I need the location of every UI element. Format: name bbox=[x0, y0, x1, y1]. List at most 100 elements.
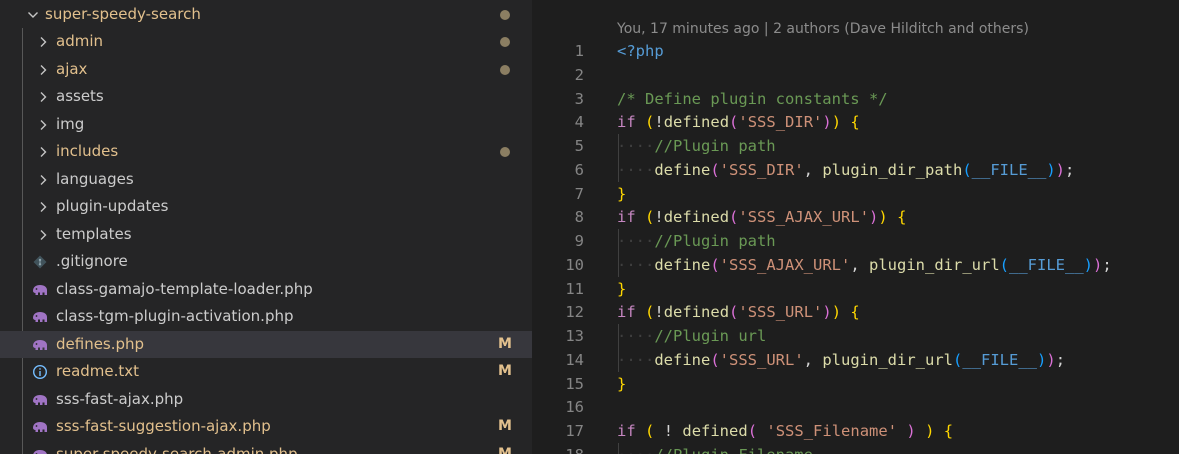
tree-item[interactable]: readme.txt M bbox=[0, 358, 532, 385]
code-token: if bbox=[617, 422, 636, 440]
tree-root-label: super-speedy-search bbox=[45, 5, 201, 23]
tree-item[interactable]: sss-fast-suggestion-ajax.php M bbox=[0, 413, 532, 440]
chevron-right-icon bbox=[36, 221, 50, 248]
code-token: //Plugin path bbox=[654, 232, 776, 250]
code-line[interactable]: 9 ····//Plugin path bbox=[532, 229, 1179, 253]
code-token: defined bbox=[663, 303, 730, 322]
code-token: //Plugin url bbox=[654, 327, 767, 345]
code-token: if bbox=[617, 113, 636, 132]
line-code: } bbox=[617, 372, 626, 396]
line-code: if (!defined('SSS_AJAX_URL')) { bbox=[617, 205, 906, 229]
code-token: { bbox=[943, 422, 954, 440]
tree-item[interactable]: languages bbox=[0, 166, 532, 193]
tree-item[interactable]: super-speedy-search-admin.php M bbox=[0, 441, 532, 454]
code-line[interactable]: 12 if (!defined('SSS_URL')) { bbox=[532, 300, 1179, 324]
code-line[interactable]: 6 ····define('SSS_DIR', plugin_dir_path(_… bbox=[532, 158, 1179, 182]
line-code: if ( ! defined( 'SSS_Filename' ) ) { bbox=[617, 419, 953, 443]
line-number: 9 bbox=[574, 232, 584, 250]
code-token: ; bbox=[1055, 350, 1066, 369]
code-token: ) bbox=[1037, 350, 1047, 369]
tree-item-label: defines.php bbox=[56, 334, 145, 353]
code-token: //Plugin Filename bbox=[654, 446, 813, 454]
code-line[interactable]: 8 if (!defined('SSS_AJAX_URL')) { bbox=[532, 205, 1179, 229]
tree-item[interactable]: includes bbox=[0, 138, 532, 165]
git-status-badge: M bbox=[498, 418, 512, 434]
code-token: ···· bbox=[617, 232, 655, 250]
code-token: ; bbox=[1065, 160, 1075, 179]
line-code: ····define('SSS_DIR', plugin_dir_path(__… bbox=[617, 158, 1074, 182]
git-file-icon bbox=[32, 248, 50, 275]
code-token: ) bbox=[869, 208, 879, 227]
tree-item[interactable]: class-gamajo-template-loader.php bbox=[0, 276, 532, 303]
php-file-icon bbox=[32, 441, 50, 454]
line-code: if (!defined('SSS_URL')) { bbox=[617, 300, 860, 324]
code-line[interactable]: 13 ····//Plugin url bbox=[532, 324, 1179, 348]
code-token: ···· bbox=[617, 327, 655, 345]
code-line[interactable]: 14 ····define('SSS_URL', plugin_dir_url(_… bbox=[532, 348, 1179, 372]
code-token: if bbox=[617, 208, 636, 227]
code-token: ···· bbox=[617, 255, 655, 274]
code-line[interactable]: 2 bbox=[532, 63, 1179, 87]
code-token: ) bbox=[831, 303, 842, 322]
tree-root-folder[interactable]: super-speedy-search bbox=[0, 1, 532, 28]
code-token: ! bbox=[654, 208, 664, 227]
code-line[interactable]: 16 bbox=[532, 395, 1179, 419]
chevron-right-icon bbox=[36, 28, 50, 55]
modified-dot bbox=[500, 64, 510, 75]
code-token: ) bbox=[1083, 255, 1093, 274]
tree-item[interactable]: ajax bbox=[0, 56, 532, 83]
code-line[interactable]: 10 ····define('SSS_AJAX_URL', plugin_dir_… bbox=[532, 253, 1179, 277]
code-token: } bbox=[617, 374, 627, 393]
code-token: 'SSS_AJAX_URL' bbox=[738, 208, 870, 227]
code-line[interactable]: 17 if ( ! defined( 'SSS_Filename' ) ) { bbox=[532, 419, 1179, 443]
code-line[interactable]: 11} bbox=[532, 277, 1179, 301]
code-token: 'SSS_URL' bbox=[719, 350, 804, 369]
tree-item[interactable]: .gitignore bbox=[0, 248, 532, 275]
php-file-icon bbox=[32, 331, 50, 358]
code-line[interactable]: 1 <?php bbox=[532, 39, 1179, 63]
code-token: ···· bbox=[617, 160, 655, 179]
tree-item[interactable]: templates bbox=[0, 221, 532, 248]
code-line[interactable]: 4 if (!defined('SSS_DIR')) { bbox=[532, 110, 1179, 134]
code-token: { bbox=[850, 303, 860, 322]
code-line[interactable]: 5 ····//Plugin path bbox=[532, 134, 1179, 158]
tree-item[interactable]: sss-fast-ajax.php bbox=[0, 386, 532, 413]
modified-dot bbox=[500, 37, 510, 47]
code-token: { bbox=[897, 208, 907, 227]
code-token: ( bbox=[710, 350, 720, 369]
tree-item[interactable]: img bbox=[0, 111, 532, 138]
code-token: plugin_dir_url bbox=[869, 255, 1000, 274]
code-token: __FILE__ bbox=[971, 160, 1047, 179]
modified-dot bbox=[500, 10, 510, 20]
code-token: __FILE__ bbox=[1009, 255, 1084, 274]
code-line[interactable]: 18 ····//Plugin Filename bbox=[532, 443, 1179, 454]
code-line[interactable]: 15} bbox=[532, 372, 1179, 396]
code-token: __FILE__ bbox=[962, 350, 1037, 369]
line-number: 2 bbox=[574, 65, 584, 84]
tree-item-label: assets bbox=[56, 87, 104, 105]
code-token: , bbox=[803, 350, 823, 369]
code-token: ( bbox=[710, 255, 720, 274]
code-line[interactable]: 3 /* Define plugin constants */ bbox=[532, 87, 1179, 111]
tree-item-label: class-gamajo-template-loader.php bbox=[56, 279, 313, 298]
code-token: <?php bbox=[617, 42, 664, 60]
line-number: 3 bbox=[574, 89, 584, 108]
line-code: if (!defined('SSS_DIR')) { bbox=[617, 110, 860, 134]
code-token: 'SSS_Filename' bbox=[766, 422, 898, 440]
git-status-badge: M bbox=[498, 335, 512, 352]
code-token: ( bbox=[729, 208, 739, 227]
code-editor[interactable]: You, 17 minutes ago | 2 authors (Dave Hi… bbox=[532, 0, 1179, 454]
code-token: ( bbox=[999, 255, 1009, 274]
code-token: { bbox=[850, 113, 860, 132]
tree-item[interactable]: class-tgm-plugin-activation.php bbox=[0, 303, 532, 330]
code-token: ( bbox=[729, 113, 739, 132]
tree-item[interactable]: admin bbox=[0, 28, 532, 55]
tree-item[interactable]: assets bbox=[0, 83, 532, 110]
tree-item[interactable]: defines.php M bbox=[0, 330, 532, 358]
code-line[interactable]: 7} bbox=[532, 182, 1179, 206]
code-token: ! bbox=[654, 113, 664, 132]
tree-item[interactable]: plugin-updates bbox=[0, 193, 532, 220]
